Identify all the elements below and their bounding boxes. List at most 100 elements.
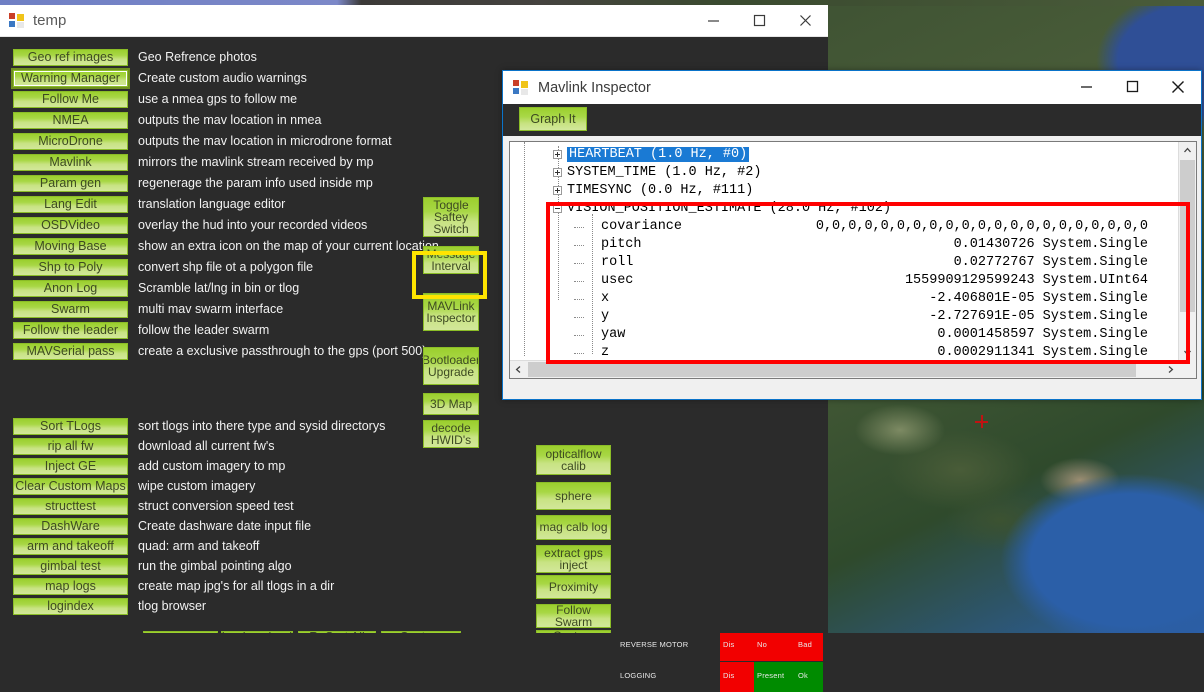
tool-description: mirrors the mavlink stream received by m…	[138, 155, 373, 169]
tool-button-map-logs[interactable]: map logs	[13, 578, 128, 595]
mavlink-message-treeview[interactable]: HEARTBEAT (1.0 Hz, #0) SYSTEM_TIME (1.0 H…	[509, 141, 1197, 379]
tree-node-label[interactable]: covariance	[601, 219, 682, 234]
tree-node-label[interactable]: x	[601, 291, 609, 306]
close-icon[interactable]	[782, 5, 828, 36]
tree-node[interactable]: usec	[601, 272, 633, 290]
tree-node[interactable]: z	[601, 344, 609, 361]
tool-button-moving-base[interactable]: Moving Base	[13, 238, 128, 255]
tool-button-structtest[interactable]: structtest	[13, 498, 128, 515]
scroll-down-arrow[interactable]	[1179, 344, 1196, 361]
tree-node-label[interactable]: SYSTEM_TIME (1.0 Hz, #2)	[567, 165, 761, 180]
status-row: LOGGINGDisPresentOk	[610, 662, 825, 692]
tool-button-inject-ge[interactable]: Inject GE	[13, 458, 128, 475]
tool-button-follow-me[interactable]: Follow Me	[13, 91, 128, 108]
temp-window-titlebar[interactable]: temp	[0, 5, 828, 37]
tool-button-extract-gps-inject[interactable]: extract gps inject	[536, 545, 611, 573]
tool-button-swarm[interactable]: Swarm	[13, 301, 128, 318]
tool-button-logindex[interactable]: logindex	[13, 598, 128, 615]
maximize-icon[interactable]	[736, 5, 782, 36]
tool-button-mavlink[interactable]: Mavlink	[13, 154, 128, 171]
vs-form-icon	[9, 13, 25, 29]
tool-button-dashware[interactable]: DashWare	[13, 518, 128, 535]
minimize-icon[interactable]	[690, 5, 736, 36]
tool-button-proximity[interactable]: Proximity	[536, 575, 611, 599]
tool-button-lang-edit[interactable]: Lang Edit	[13, 196, 128, 213]
tree-node[interactable]: HEARTBEAT (1.0 Hz, #0)	[567, 146, 749, 164]
scroll-left-arrow[interactable]	[510, 361, 527, 378]
tool-button-mag-calb-log[interactable]: mag calb log	[536, 515, 611, 540]
tree-expand-icon[interactable]	[553, 186, 562, 195]
tree-expand-icon[interactable]	[553, 150, 562, 159]
tool-button-geo-ref-images[interactable]: Geo ref images	[13, 49, 128, 66]
tool-description: show an extra icon on the map of your cu…	[138, 239, 442, 253]
tool-description: Create custom audio warnings	[138, 71, 307, 85]
tree-node[interactable]: x	[601, 290, 609, 308]
inspector-titlebar[interactable]: Mavlink Inspector	[503, 71, 1201, 104]
tool-button-rip-all-fw[interactable]: rip all fw	[13, 438, 128, 455]
tree-node-value: -2.727691E-05 System.Single	[810, 308, 1148, 326]
close-icon[interactable]	[1155, 71, 1201, 102]
tree-expand-icon[interactable]	[553, 168, 562, 177]
tool-button-param-gen[interactable]: Param gen	[13, 175, 128, 192]
tree-node[interactable]: TIMESYNC (0.0 Hz, #111)	[567, 182, 753, 200]
scroll-up-arrow[interactable]	[1179, 142, 1196, 159]
tree-node[interactable]: roll	[601, 254, 633, 272]
tool-description: outputs the mav location in microdrone f…	[138, 134, 392, 148]
tree-node[interactable]: y	[601, 308, 609, 326]
tool-description: sort tlogs into there type and sysid dir…	[138, 419, 385, 433]
tree-node[interactable]: covariance	[601, 218, 682, 236]
tool-button-microdrone[interactable]: MicroDrone	[13, 133, 128, 150]
treeview-hscroll-thumb[interactable]	[528, 362, 1136, 377]
tool-button-follow-the-leader[interactable]: Follow the leader	[13, 322, 128, 339]
tree-node[interactable]: yaw	[601, 326, 625, 344]
tree-node-label[interactable]: VISION_POSITION_ESTIMATE (28.0 Hz, #102)	[567, 201, 891, 216]
tree-node-label[interactable]: z	[601, 345, 609, 360]
tool-button-clear-custom-maps[interactable]: Clear Custom Maps	[13, 478, 128, 495]
tree-node-label[interactable]: HEARTBEAT (1.0 Hz, #0)	[567, 147, 749, 162]
tree-guide-line	[524, 142, 525, 356]
tool-description: translation language editor	[138, 197, 285, 211]
tree-branch-line	[574, 335, 584, 336]
tree-collapse-icon[interactable]	[553, 204, 562, 213]
scroll-right-arrow[interactable]	[1162, 361, 1179, 378]
tool-button-sort-tlogs[interactable]: Sort TLogs	[13, 418, 128, 435]
minimize-icon[interactable]	[1063, 71, 1109, 102]
tree-node-label[interactable]: TIMESYNC (0.0 Hz, #111)	[567, 183, 753, 198]
inspector-window-controls	[1063, 71, 1201, 104]
tree-branch-line	[574, 245, 584, 246]
tree-node[interactable]: VISION_POSITION_ESTIMATE (28.0 Hz, #102)	[567, 200, 891, 218]
maximize-icon[interactable]	[1109, 71, 1155, 102]
tool-button-3d-map[interactable]: 3D Map	[423, 393, 479, 415]
tool-button-anon-log[interactable]: Anon Log	[13, 280, 128, 297]
tree-branch-line	[574, 227, 584, 228]
tool-button-toggle-saftey-switch[interactable]: Toggle Saftey Switch	[423, 197, 479, 237]
treeview-vscroll-thumb[interactable]	[1180, 160, 1195, 312]
tool-description: struct conversion speed test	[138, 499, 294, 513]
tree-node-label[interactable]: pitch	[601, 237, 642, 252]
tree-node[interactable]: SYSTEM_TIME (1.0 Hz, #2)	[567, 164, 761, 182]
tree-node-label[interactable]: yaw	[601, 327, 625, 342]
tool-button-warning-manager[interactable]: Warning Manager	[13, 70, 128, 87]
tool-button-decode-hwid-s[interactable]: decode HWID's	[423, 420, 479, 448]
treeview-vertical-scrollbar[interactable]	[1178, 142, 1196, 361]
treeview-horizontal-scrollbar[interactable]	[510, 360, 1179, 378]
treeview-content[interactable]: HEARTBEAT (1.0 Hz, #0) SYSTEM_TIME (1.0 H…	[510, 142, 1180, 361]
tool-description: Scramble lat/lng in bin or tlog	[138, 281, 299, 295]
tree-node-label[interactable]: roll	[601, 255, 633, 270]
tree-node-value: 0.02772767 System.Single	[810, 254, 1148, 272]
tool-button-sphere[interactable]: sphere	[536, 482, 611, 510]
tool-button-opticalflow-calib[interactable]: opticalflow calib	[536, 445, 611, 475]
tree-node-label[interactable]: y	[601, 309, 609, 324]
tool-button-nmea[interactable]: NMEA	[13, 112, 128, 129]
tool-button-shp-to-poly[interactable]: Shp to Poly	[13, 259, 128, 276]
status-health-value: Bad	[798, 640, 812, 649]
tool-button-mavserial-pass[interactable]: MAVSerial pass	[13, 343, 128, 360]
tool-button-bootloader-upgrade[interactable]: Bootloader Upgrade	[423, 347, 479, 385]
tool-button-arm-and-takeoff[interactable]: arm and takeoff	[13, 538, 128, 555]
tool-button-follow-swarm[interactable]: Follow Swarm	[536, 604, 611, 628]
graph-it-button[interactable]: Graph It	[519, 107, 587, 131]
tool-button-osdvideo[interactable]: OSDVideo	[13, 217, 128, 234]
tree-node-label[interactable]: usec	[601, 273, 633, 288]
tree-node[interactable]: pitch	[601, 236, 642, 254]
tool-button-gimbal-test[interactable]: gimbal test	[13, 558, 128, 575]
